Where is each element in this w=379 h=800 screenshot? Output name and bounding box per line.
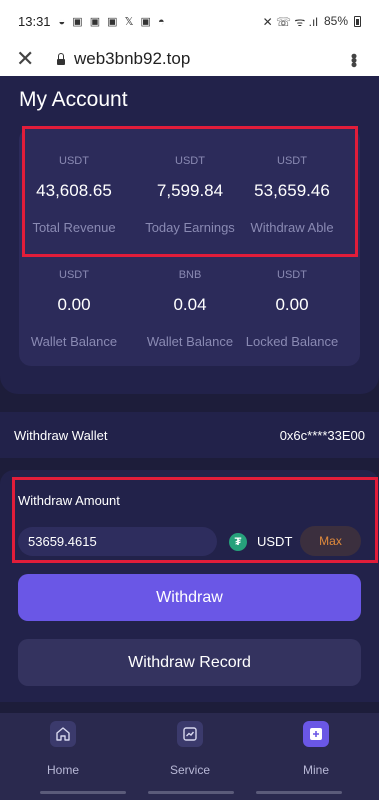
stat-wallet-balance-bnb: BNB 0.04 Wallet Balance (135, 269, 245, 349)
lock-icon[interactable] (56, 53, 66, 65)
stat-unit: USDT (277, 269, 307, 281)
bottom-nav: Home Service Mine (0, 713, 379, 800)
wallet-label: Withdraw Wallet (14, 427, 108, 443)
close-icon[interactable]: ✕ (16, 48, 40, 70)
status-bar: 13:31 ◒ ▣ ▣ ▣ 𝕏 ▣ ◓ ✕ ☏ ᯤ .ıl 85% (0, 0, 379, 42)
stat-wallet-balance-usdt: USDT 0.00 Wallet Balance (19, 269, 129, 349)
status-right: ✕ ☏ ᯤ .ıl 85% (263, 13, 361, 30)
stat-label: Wallet Balance (30, 334, 118, 349)
browser-url-bar: ✕ web3bnb92.top ••• (0, 42, 379, 76)
page-title: My Account (19, 88, 128, 111)
nav-label-mine: Mine (302, 763, 329, 777)
withdraw-wallet-row[interactable]: Withdraw Wallet 0x6c****33E00 (0, 412, 379, 458)
stat-unit: BNB (178, 269, 202, 281)
gesture-bar-center (148, 791, 234, 794)
signal-icons: ✕ ☏ ᯤ .ıl (262, 14, 318, 29)
service-icon (177, 721, 203, 747)
status-time: 13:31 (18, 13, 51, 29)
stat-locked-balance: USDT 0.00 Locked Balance (237, 269, 347, 349)
withdraw-button[interactable]: Withdraw (18, 574, 361, 621)
nav-label-home: Home (46, 763, 79, 777)
notification-icons: ◒ ▣ ▣ ▣ 𝕏 ▣ ◓ (58, 15, 167, 28)
gesture-bar-right (256, 791, 342, 794)
nav-item-mine[interactable]: Mine (271, 721, 361, 777)
stat-unit: USDT (59, 269, 89, 281)
menu-icon[interactable]: ••• (344, 53, 364, 66)
url-text[interactable]: web3bnb92.top (74, 49, 190, 69)
nav-label-service: Service (169, 763, 210, 777)
stat-label: Locked Balance (245, 334, 339, 349)
withdraw-record-button[interactable]: Withdraw Record (18, 639, 361, 686)
highlight-box-amount (12, 477, 378, 563)
stat-label: Wallet Balance (146, 334, 234, 349)
wallet-address: 0x6c****33E00 (279, 427, 365, 443)
mine-icon (303, 721, 329, 747)
nav-item-service[interactable]: Service (145, 721, 235, 777)
nav-item-home[interactable]: Home (18, 721, 108, 777)
withdraw-panel: Withdraw Amount ₮ USDT Max Withdraw With… (0, 470, 379, 702)
gesture-bar-left (40, 791, 126, 794)
highlight-box-earnings (22, 126, 358, 257)
home-icon (50, 721, 76, 747)
stat-value: 0.04 (173, 295, 207, 314)
stat-value: 0.00 (57, 295, 91, 314)
battery-percent: 85% (323, 14, 348, 28)
stat-value: 0.00 (275, 295, 309, 314)
battery-icon (354, 15, 361, 27)
